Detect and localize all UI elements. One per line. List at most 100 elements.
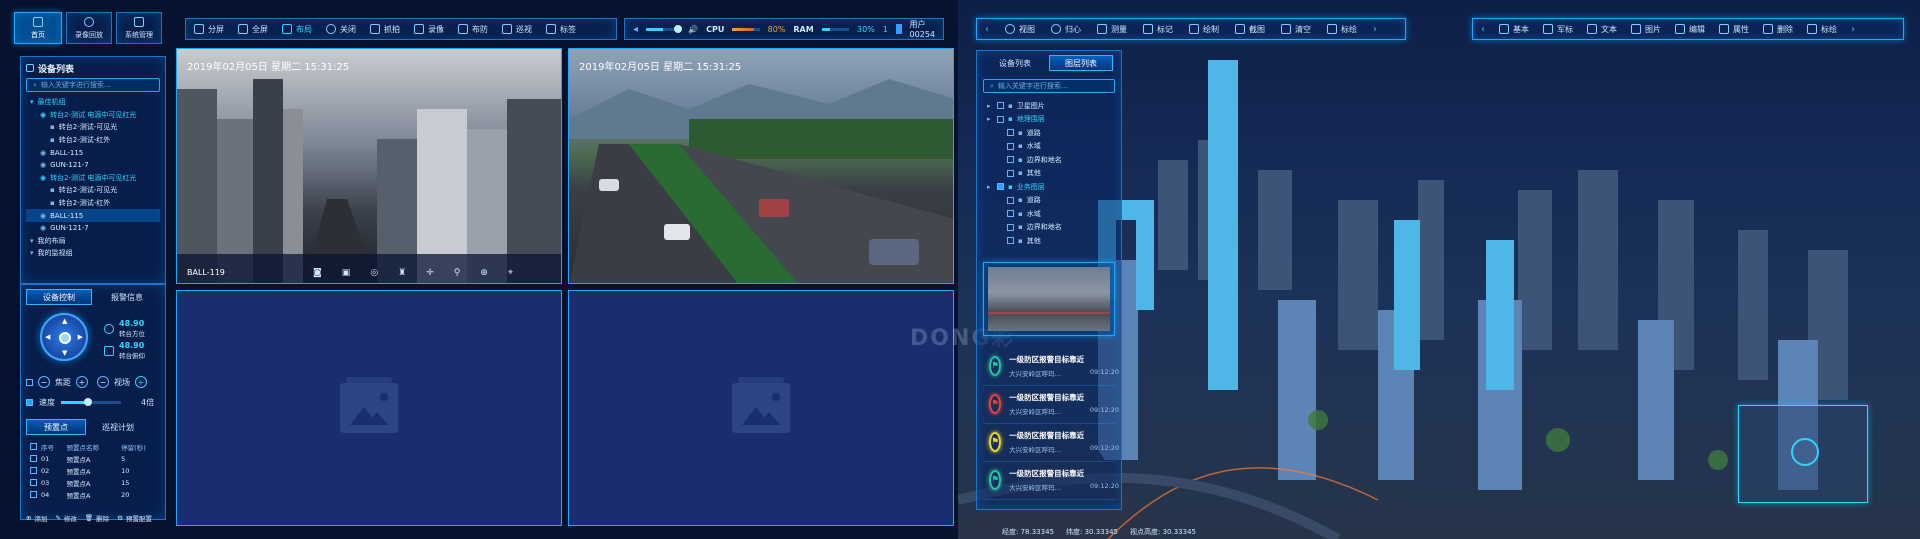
snapshot-icon[interactable]: ◙ [313,268,322,278]
layer-checkbox[interactable] [1007,156,1014,164]
fullscreen-button[interactable]: 全屏 [238,24,268,35]
tab-preset[interactable]: 预置点 [26,419,86,435]
layer-tree-item[interactable]: ▪ 边界和地名 [983,153,1115,167]
left-arrow-icon[interactable]: ◀ [45,333,50,341]
minimap[interactable] [1738,405,1868,503]
record-button[interactable]: 录像 [414,24,444,35]
mark-button[interactable]: 标记 [1143,24,1173,35]
basic-button[interactable]: 基本 [1499,24,1529,35]
edit-preset-button[interactable]: ✎ 修改 [55,513,76,523]
target-icon[interactable]: ◎ [370,268,378,278]
layer-tree-item[interactable]: ▪ 其他 [983,167,1115,181]
video-cell-3[interactable] [176,290,562,526]
device-tree-item[interactable]: ▾ 最佳机组 [26,96,160,109]
video-preview-thumb[interactable] [983,261,1115,336]
snapshot-button[interactable]: 抓拍 [370,24,400,35]
layer-tree-item[interactable]: ▪ 其他 [983,234,1115,248]
right-arrow-icon[interactable]: ▶ [78,333,83,341]
tab-alarm-info[interactable]: 报警信息 [94,289,160,305]
draw-button[interactable]: 绘制 [1189,24,1219,35]
layer-checkbox[interactable] [997,183,1004,191]
device-tree-item[interactable]: ◉ GUN-121-7 [26,159,160,172]
volume-icon[interactable]: 🔊 [688,25,698,34]
layer-checkbox[interactable] [1007,223,1014,231]
plot-toolbar-prev-icon[interactable]: ‹ [1481,24,1485,35]
speed-slider[interactable] [61,397,121,406]
alarm-icon[interactable]: ♜ [398,268,406,278]
device-search-input[interactable]: ⌕ 输入关键字进行搜索... [26,78,160,92]
text-button[interactable]: 文本 [1587,24,1617,35]
layer-checkbox[interactable] [1007,210,1014,218]
layer-tree-item[interactable]: ▸ ▪ 地理围层 [983,113,1115,127]
preset-config-button[interactable]: ⚙ 预置配置 [117,513,152,523]
ptz-joystick[interactable]: ▲ ▼ ◀ ▶ [40,313,88,361]
tab-device-control[interactable]: 设备控制 [26,289,93,305]
device-tree-item[interactable]: ◉ BALL-115 [26,209,160,222]
zoom-plus-button[interactable]: + [76,376,88,388]
speed-checkbox[interactable] [26,398,33,406]
layer-tree-item[interactable]: ▸ ▪ 业务图层 [983,180,1115,194]
focus-plus-button[interactable]: + [135,376,147,388]
layer-checkbox[interactable] [1007,129,1014,137]
chevron-right-icon[interactable]: ▸ [987,183,993,191]
row-checkbox[interactable] [30,454,37,462]
tab-patrol-plan[interactable]: 巡视计划 [88,419,148,435]
record-icon[interactable]: ▣ [342,268,351,278]
plot-toolbar-next-icon[interactable]: › [1851,24,1855,35]
ptz-icon[interactable]: ✛ [426,268,434,278]
close-button[interactable]: 关闭 [326,24,356,35]
chevron-right-icon[interactable]: ▸ [987,115,993,123]
zoom-checkbox[interactable] [26,378,33,386]
plot-button[interactable]: 标绘 [1327,24,1357,35]
device-tree-item[interactable]: ▪ 转台2-测试-红外 [26,134,160,147]
layer-checkbox[interactable] [997,115,1004,123]
tab-system[interactable]: 系统管理 [116,12,162,44]
edit-button[interactable]: 编辑 [1675,24,1705,35]
layer-checkbox[interactable] [997,102,1004,110]
tag-button[interactable]: 标签 [546,24,576,35]
up-arrow-icon[interactable]: ▲ [62,317,67,325]
zoom-in-icon[interactable]: ⊕ [480,268,488,278]
device-tree-item[interactable]: ◉ BALL-115 [26,146,160,159]
table-row[interactable]: 03 预置点A 15 [26,477,160,489]
screenshot-button[interactable]: 截图 [1235,24,1265,35]
delete-button[interactable]: 删除 [1763,24,1793,35]
user-name[interactable]: 用户00254 [910,19,935,39]
image-button[interactable]: 图片 [1631,24,1661,35]
video-cell-4[interactable] [568,290,954,526]
delete-preset-button[interactable]: 🗑 删除 [85,513,109,523]
video-cell-1[interactable]: 2019年02月05日 星期二 15:31:25 BALL-119 ◙ ▣ ◎ … [176,48,562,284]
layer-checkbox[interactable] [1007,237,1014,245]
layer-tree-item[interactable]: ▪ 水域 [983,140,1115,154]
alarm-item[interactable]: ⚑ 一级防区报警目标靠近 大兴安岭区呼玛... 09:12:20 [983,348,1119,386]
row-checkbox[interactable] [30,478,37,486]
chevron-right-icon[interactable]: ▸ [987,102,993,110]
device-tree-item[interactable]: ◉ 转台2-测试 电源中可见红光 [26,172,160,185]
clear-button[interactable]: 清空 [1281,24,1311,35]
crosshair-icon[interactable]: ⌖ [508,268,513,278]
location-icon[interactable]: ⚲ [454,268,461,278]
layer-checkbox[interactable] [1007,196,1014,204]
table-row[interactable]: 02 预置点A 10 [26,465,160,477]
military-symbol-button[interactable]: 军标 [1543,24,1573,35]
layer-tree-item[interactable]: ▪ 水域 [983,207,1115,221]
device-tree-item[interactable]: ◉ 转台2-测试 电源中可见红光 [26,109,160,122]
select-all-checkbox[interactable] [30,442,37,450]
map-toolbar-next-icon[interactable]: › [1373,24,1377,35]
layer-search-input[interactable]: ⌕ 输入关键字进行搜索... [983,79,1115,93]
layer-tree-item[interactable]: ▪ 道路 [983,126,1115,140]
device-tree-item[interactable]: ▪ 转台2-测试-可见光 [26,184,160,197]
tab-home[interactable]: 首页 [14,12,62,44]
patrol-button[interactable]: 巡视 [502,24,532,35]
zoom-minus-button[interactable]: − [38,376,50,388]
split-button[interactable]: 分屏 [194,24,224,35]
minimap-viewport-icon[interactable] [1791,438,1819,466]
tab-playback[interactable]: 录像回放 [66,12,112,44]
plot-tool-button[interactable]: 标绘 [1807,24,1837,35]
video-cell-2[interactable]: 2019年02月05日 星期二 15:31:25 [568,48,954,284]
tab-device-list[interactable]: 设备列表 [983,55,1047,71]
volume-slider[interactable] [646,24,683,33]
alarm-item[interactable]: ⚑ 一级防区报警目标靠近 大兴安岭区呼玛... 09:12:20 [983,424,1119,462]
layout-button[interactable]: 布局 [282,24,312,35]
row-checkbox[interactable] [30,466,37,474]
